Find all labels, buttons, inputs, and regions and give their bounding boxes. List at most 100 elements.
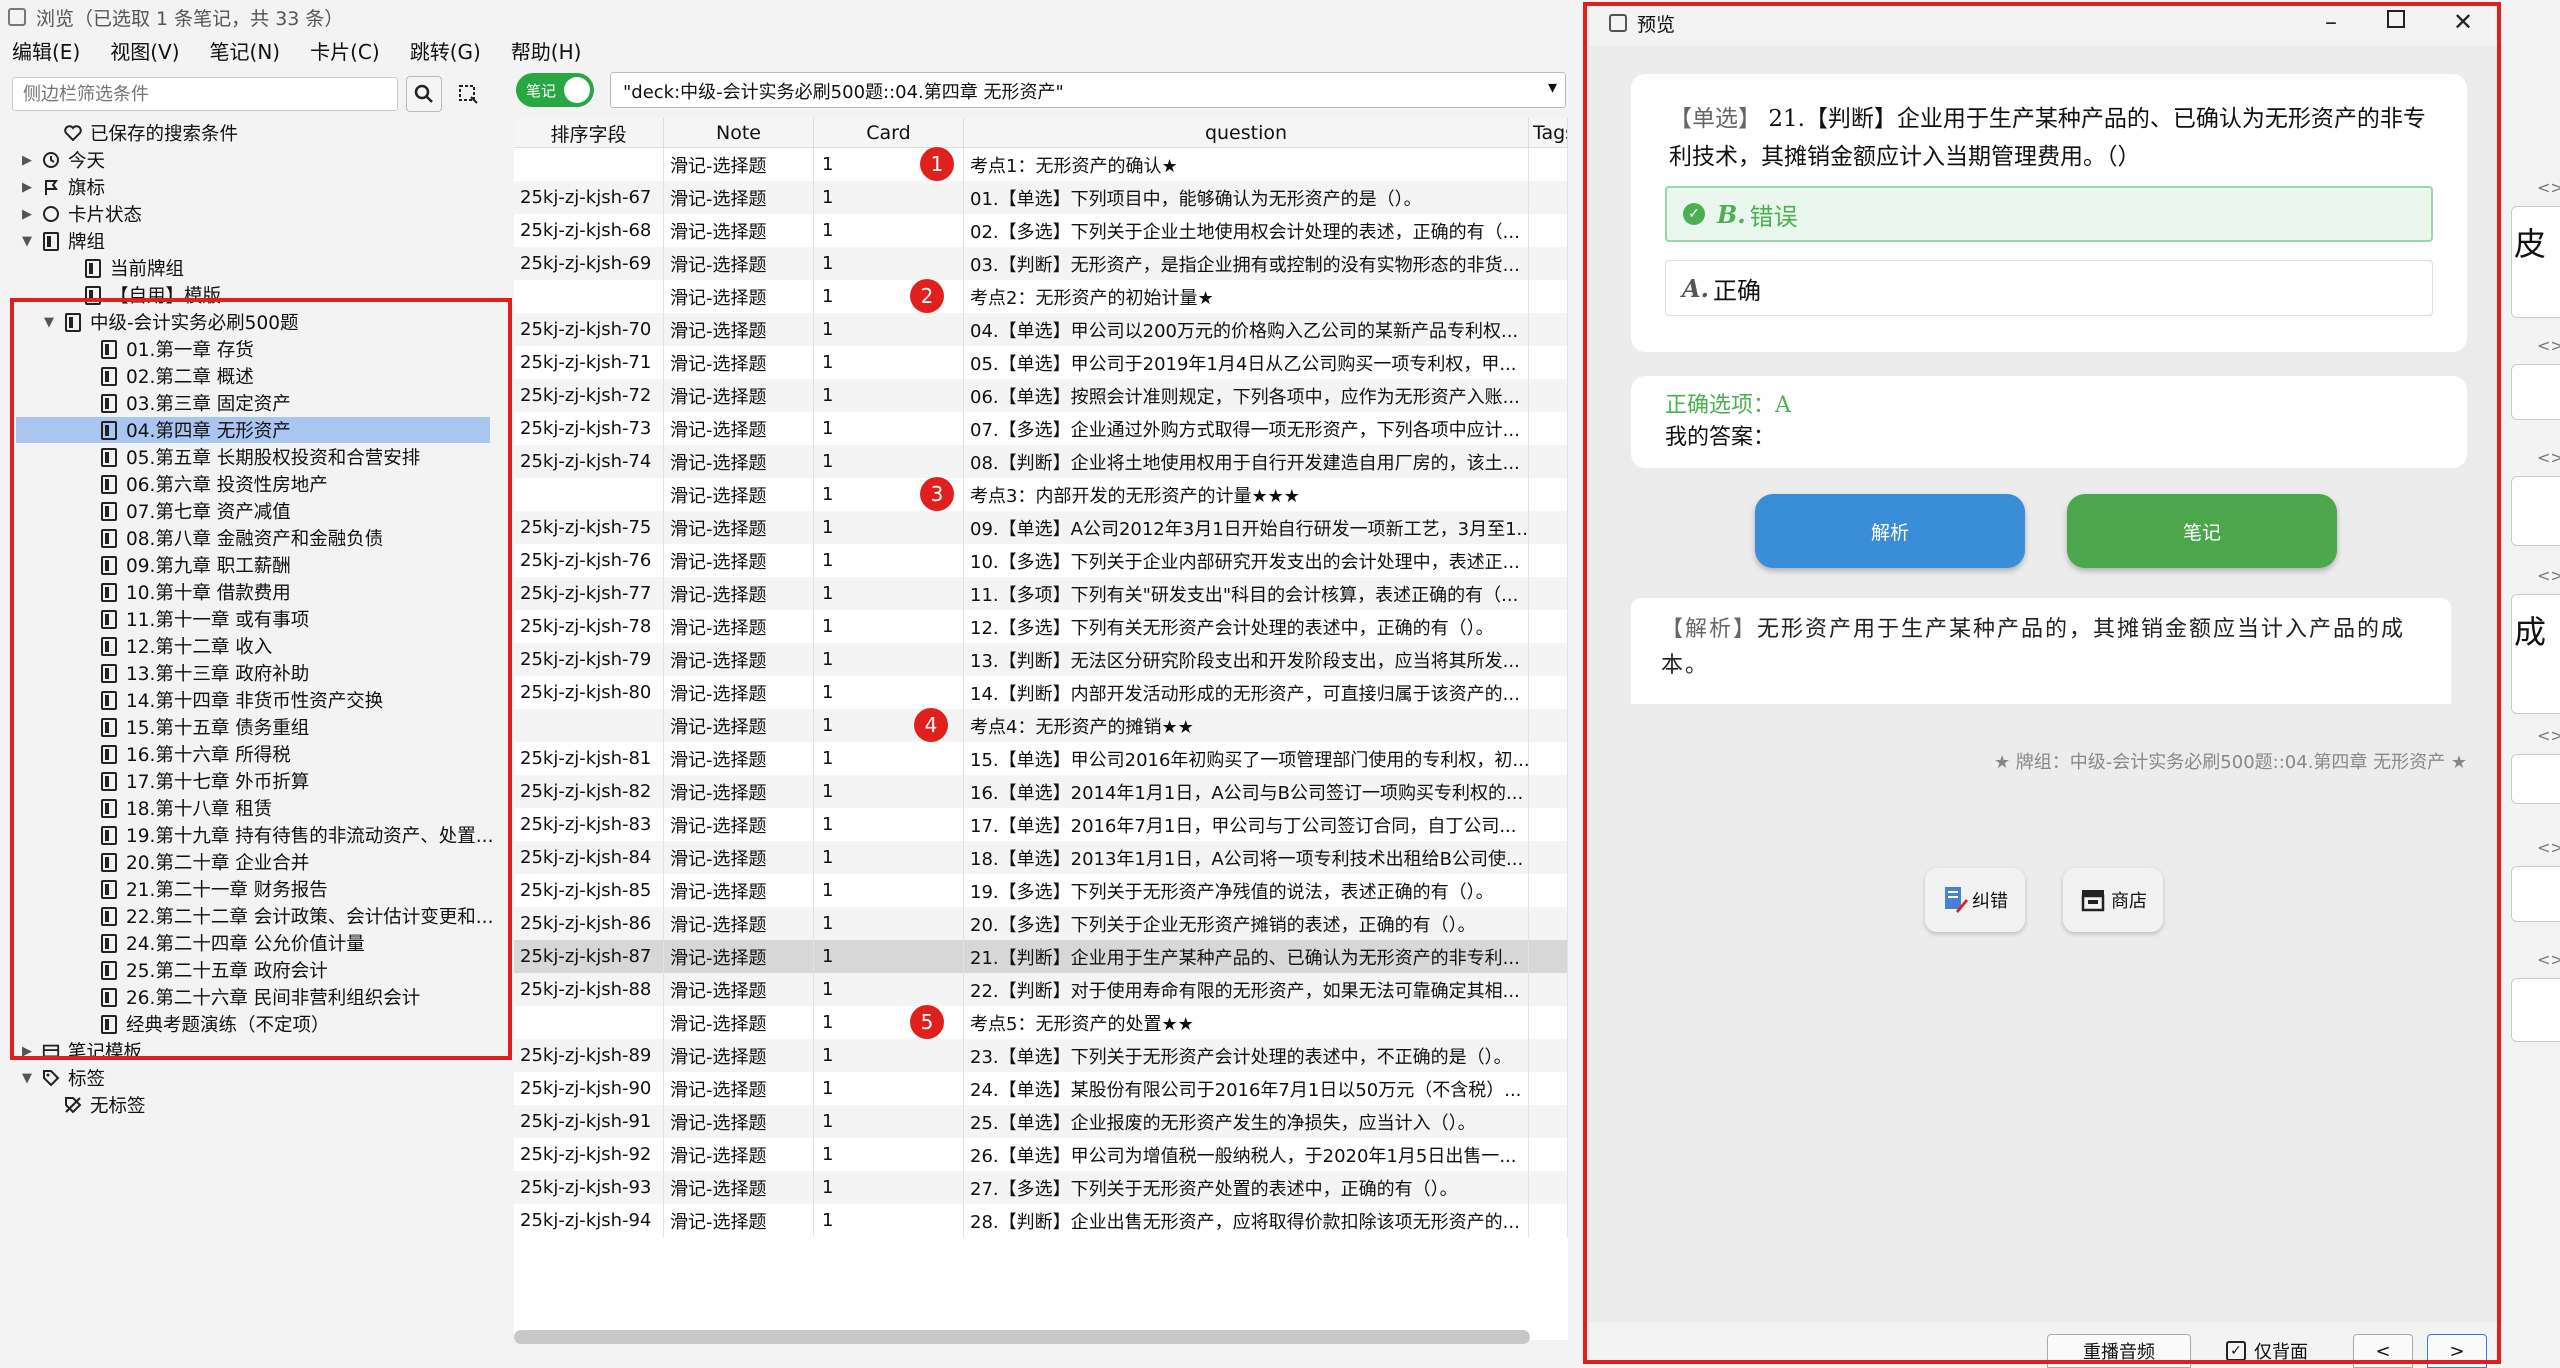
- sidebar-deck-chapter[interactable]: 19.第十九章 持有待售的非流动资产、处置...: [0, 822, 510, 848]
- menu-edit[interactable]: 编辑(E): [12, 36, 80, 65]
- menu-go[interactable]: 跳转(G): [410, 36, 481, 65]
- chevron-collapse-icon[interactable]: <>: [2537, 726, 2560, 745]
- table-row[interactable]: 25kj-zj-kjsh-73 滑记-选择题 1 07.【多选】企业通过外购方式取得一…: [514, 412, 1568, 445]
- table-row[interactable]: 25kj-zj-kjsh-85 滑记-选择题 1 19.【多选】下列关于无形资产净残值…: [514, 874, 1568, 907]
- table-row[interactable]: 25kj-zj-kjsh-94 滑记-选择题 1 28.【判断】企业出售无形资产，应将…: [514, 1204, 1568, 1237]
- editor-field[interactable]: 皮: [2511, 206, 2560, 318]
- minimize-icon[interactable]: –: [2325, 8, 2337, 36]
- browser-search-input[interactable]: "deck:中级-会计实务必刷500题::04.第四章 无形资产" ▾: [610, 72, 1566, 108]
- sidebar-deck-chapter[interactable]: 07.第七章 资产减值: [0, 498, 510, 524]
- table-row[interactable]: 25kj-zj-kjsh-70 滑记-选择题 1 04.【单选】甲公司以200万元的价…: [514, 313, 1568, 346]
- sidebar-deck-chapter[interactable]: 11.第十一章 或有事项: [0, 606, 510, 632]
- sidebar-deck-chapter[interactable]: 17.第十七章 外币折算: [0, 768, 510, 794]
- sidebar-deck-chapter[interactable]: 经典考题演练（不定项）: [0, 1011, 510, 1037]
- notes-cards-toggle[interactable]: 笔记: [516, 73, 594, 107]
- next-card-button[interactable]: >: [2427, 1334, 2487, 1368]
- analysis-button[interactable]: 解析: [1755, 494, 2025, 568]
- sidebar-deck-chapter[interactable]: 15.第十五章 债务重组: [0, 714, 510, 740]
- sidebar-deck-chapter[interactable]: 04.第四章 无形资产: [16, 417, 490, 443]
- table-row[interactable]: 25kj-zj-kjsh-86 滑记-选择题 1 20.【多选】下列关于企业无形资产摊…: [514, 907, 1568, 940]
- table-row[interactable]: 25kj-zj-kjsh-89 滑记-选择题 1 23.【单选】下列关于无形资产会计处…: [514, 1039, 1568, 1072]
- sidebar-deck-chapter[interactable]: 13.第十三章 政府补助: [0, 660, 510, 686]
- sidebar-deck-chapter[interactable]: 26.第二十六章 民间非营利组织会计: [0, 984, 510, 1010]
- sidebar-deck-chapter[interactable]: 03.第三章 固定资产: [0, 390, 510, 416]
- sidebar-item[interactable]: ▶ 今天: [0, 147, 510, 173]
- table-row[interactable]: 25kj-zj-kjsh-76 滑记-选择题 1 10.【多选】下列关于企业内部研究开…: [514, 544, 1568, 577]
- table-row[interactable]: 25kj-zj-kjsh-83 滑记-选择题 1 17.【单选】2016年7月1日，甲…: [514, 808, 1568, 841]
- sidebar-deck-chapter[interactable]: 08.第八章 金融资产和金融负债: [0, 525, 510, 551]
- sidebar-item[interactable]: ▶ 卡片状态: [0, 201, 510, 227]
- menu-cards[interactable]: 卡片(C): [310, 36, 380, 65]
- sidebar-deck-chapter[interactable]: 22.第二十二章 会计政策、会计估计变更和...: [0, 903, 510, 929]
- sidebar-deck-chapter[interactable]: 02.第二章 概述: [0, 363, 510, 389]
- column-header-tags[interactable]: Tags: [1529, 118, 1568, 148]
- table-row[interactable]: 25kj-zj-kjsh-88 滑记-选择题 1 22.【判断】对于使用寿命有限的无形…: [514, 973, 1568, 1006]
- table-row[interactable]: 滑记-选择题 1 考点3：内部开发的无形资产的计量★★★: [514, 478, 1568, 511]
- option-b-correct[interactable]: ✓ B. 错误: [1665, 186, 2433, 242]
- chevron-collapse-icon[interactable]: <>: [2537, 448, 2560, 467]
- editor-field[interactable]: [2511, 754, 2560, 804]
- sidebar-item[interactable]: ▶ 旗标: [0, 174, 510, 200]
- maximize-icon[interactable]: [2387, 10, 2405, 28]
- column-header-question[interactable]: question: [964, 118, 1529, 148]
- sidebar-item[interactable]: ▼ 标签: [0, 1065, 510, 1091]
- table-row[interactable]: 25kj-zj-kjsh-84 滑记-选择题 1 18.【单选】2013年1月1日，A…: [514, 841, 1568, 874]
- sidebar-deck-chapter[interactable]: 10.第十章 借款费用: [0, 579, 510, 605]
- sidebar-deck-chapter[interactable]: 18.第十八章 租赁: [0, 795, 510, 821]
- table-row[interactable]: 25kj-zj-kjsh-81 滑记-选择题 1 15.【单选】甲公司2016年初购买…: [514, 742, 1568, 775]
- chevron-right-icon[interactable]: ▶: [20, 180, 34, 195]
- sidebar-deck-chapter[interactable]: 01.第一章 存货: [0, 336, 510, 362]
- back-only-checkbox[interactable]: ✓ 仅背面: [2203, 1334, 2331, 1368]
- horizontal-scrollbar[interactable]: [514, 1330, 1530, 1344]
- note-button[interactable]: 笔记: [2067, 494, 2337, 568]
- sidebar-deck-chapter[interactable]: 25.第二十五章 政府会计: [0, 957, 510, 983]
- table-row[interactable]: 25kj-zj-kjsh-77 滑记-选择题 1 11.【多项】下列有关"研发支出"科…: [514, 577, 1568, 610]
- menu-help[interactable]: 帮助(H): [511, 36, 582, 65]
- table-row[interactable]: 25kj-zj-kjsh-72 滑记-选择题 1 06.【单选】按照会计准则规定，下列…: [514, 379, 1568, 412]
- table-row[interactable]: 25kj-zj-kjsh-79 滑记-选择题 1 13.【判断】无法区分研究阶段支出和…: [514, 643, 1568, 676]
- table-row[interactable]: 25kj-zj-kjsh-78 滑记-选择题 1 12.【多选】下列有关无形资产会计处…: [514, 610, 1568, 643]
- replay-audio-button[interactable]: 重播音频: [2047, 1334, 2191, 1368]
- chevron-right-icon[interactable]: ▶: [20, 153, 34, 168]
- sidebar-item[interactable]: ▼ 中级-会计实务必刷500题: [0, 309, 510, 335]
- table-row[interactable]: 滑记-选择题 1 考点4：无形资产的摊销★★: [514, 709, 1568, 742]
- table-row[interactable]: 滑记-选择题 1 考点5：无形资产的处置★★: [514, 1006, 1568, 1039]
- chevron-collapse-icon[interactable]: <>: [2537, 566, 2560, 585]
- editor-field[interactable]: [2511, 476, 2560, 546]
- chevron-right-icon[interactable]: ▶: [20, 1044, 34, 1059]
- sidebar-deck-chapter[interactable]: 24.第二十四章 公允价值计量: [0, 930, 510, 956]
- chevron-down-icon[interactable]: ▼: [20, 1071, 34, 1086]
- table-row[interactable]: 25kj-zj-kjsh-80 滑记-选择题 1 14.【判断】内部开发活动形成的无形…: [514, 676, 1568, 709]
- table-row[interactable]: 25kj-zj-kjsh-75 滑记-选择题 1 09.【单选】A公司2012年3月1…: [514, 511, 1568, 544]
- chevron-collapse-icon[interactable]: <>: [2537, 178, 2560, 197]
- sidebar-deck-chapter[interactable]: 06.第六章 投资性房地产: [0, 471, 510, 497]
- table-row[interactable]: 25kj-zj-kjsh-82 滑记-选择题 1 16.【单选】2014年1月1日，A…: [514, 775, 1568, 808]
- shop-button[interactable]: 商店: [2063, 868, 2163, 932]
- chevron-collapse-icon[interactable]: <>: [2537, 950, 2560, 969]
- table-row[interactable]: 25kj-zj-kjsh-68 滑记-选择题 1 02.【多选】下列关于企业土地使用权…: [514, 214, 1568, 247]
- sidebar-deck-chapter[interactable]: 21.第二十一章 财务报告: [0, 876, 510, 902]
- sidebar-deck-chapter[interactable]: 12.第十二章 收入: [0, 633, 510, 659]
- close-icon[interactable]: ✕: [2453, 8, 2473, 36]
- table-row[interactable]: 滑记-选择题 1 考点2：无形资产的初始计量★: [514, 280, 1568, 313]
- column-header-sort[interactable]: 排序字段: [514, 118, 664, 148]
- sidebar-item[interactable]: 【自用】模版: [0, 282, 510, 308]
- report-error-button[interactable]: 纠错: [1925, 868, 2025, 932]
- sidebar-search-input[interactable]: [12, 77, 398, 111]
- search-button[interactable]: [406, 76, 442, 112]
- table-row[interactable]: 25kj-zj-kjsh-67 滑记-选择题 1 01.【单选】下列项目中，能够确认为…: [514, 181, 1568, 214]
- table-row[interactable]: 25kj-zj-kjsh-74 滑记-选择题 1 08.【判断】企业将土地使用权用于自…: [514, 445, 1568, 478]
- chevron-collapse-icon[interactable]: <>: [2537, 336, 2560, 355]
- editor-field[interactable]: [2511, 364, 2560, 420]
- chevron-down-icon[interactable]: ▼: [20, 234, 34, 249]
- sidebar-item[interactable]: 当前牌组: [0, 255, 510, 281]
- table-row[interactable]: 滑记-选择题 1 考点1：无形资产的确认★: [514, 148, 1568, 181]
- option-a[interactable]: A. 正确: [1665, 260, 2433, 316]
- sidebar-deck-chapter[interactable]: 20.第二十章 企业合并: [0, 849, 510, 875]
- sidebar-item[interactable]: 无标签: [0, 1092, 510, 1118]
- chevron-down-icon[interactable]: ▼: [42, 315, 56, 330]
- table-row[interactable]: 25kj-zj-kjsh-71 滑记-选择题 1 05.【单选】甲公司于2019年1月…: [514, 346, 1568, 379]
- sidebar-item[interactable]: ▶ 笔记模板: [0, 1038, 510, 1064]
- chevron-collapse-icon[interactable]: <>: [2537, 838, 2560, 857]
- table-row[interactable]: 25kj-zj-kjsh-90 滑记-选择题 1 24.【单选】某股份有限公司于201…: [514, 1072, 1568, 1105]
